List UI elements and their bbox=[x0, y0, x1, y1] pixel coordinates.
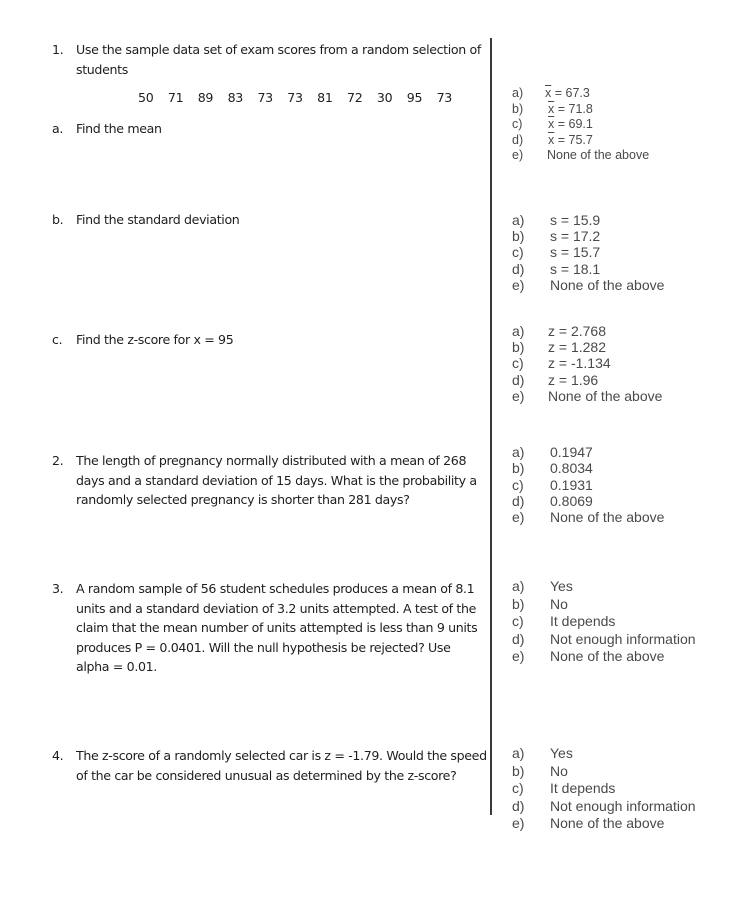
column-divider bbox=[490, 38, 492, 815]
option-text: It depends bbox=[550, 780, 616, 796]
option-letter: c) bbox=[512, 780, 524, 796]
option-letter: d) bbox=[512, 260, 525, 277]
option-text: z = -1.134 bbox=[548, 355, 611, 372]
option-letter: a) bbox=[512, 578, 525, 594]
option-text: It depends bbox=[550, 613, 616, 629]
data-value: 81 bbox=[317, 90, 333, 105]
option-letter: b) bbox=[512, 595, 525, 612]
option-text: Not enough information bbox=[550, 630, 696, 647]
option-letter: d) bbox=[512, 492, 525, 509]
exam-scores-dataset: 50 71 89 83 73 73 81 72 30 95 73 bbox=[138, 90, 452, 105]
option-text: 0.8034 bbox=[550, 460, 593, 477]
option-letter: b) bbox=[512, 101, 524, 116]
part-label: c. bbox=[52, 332, 63, 347]
data-value: 73 bbox=[436, 90, 453, 105]
option-text: 0.8069 bbox=[550, 492, 593, 509]
data-value: 50 bbox=[138, 90, 154, 105]
option-text: Yes bbox=[550, 745, 573, 761]
option-letter: a) bbox=[512, 745, 525, 761]
option-letter: d) bbox=[512, 797, 525, 814]
part-text: Find the z-score for x = 95 bbox=[76, 332, 234, 347]
option-text: Not enough information bbox=[550, 797, 696, 814]
option-letter: a) bbox=[512, 444, 525, 460]
option-letter: e) bbox=[512, 648, 525, 664]
option-text: 0.1931 bbox=[550, 476, 593, 493]
option-letter: c) bbox=[512, 355, 524, 372]
option-letter: d) bbox=[512, 132, 524, 147]
question-number: 2. bbox=[52, 453, 64, 468]
option-text: s = 15.9 bbox=[550, 212, 601, 228]
question-text: Use the sample data set of exam scores f… bbox=[76, 42, 482, 77]
option-text: None of the above bbox=[550, 509, 665, 526]
option-text: s = 18.1 bbox=[550, 260, 601, 277]
option-letter: c) bbox=[512, 117, 523, 131]
option-text: None of the above bbox=[550, 276, 665, 293]
option-text: No bbox=[550, 762, 568, 779]
option-text: z = 1.96 bbox=[548, 371, 599, 388]
part-text: Find the standard deviation bbox=[76, 212, 240, 227]
data-value: 83 bbox=[227, 90, 244, 105]
option-letter: c) bbox=[512, 244, 524, 261]
option-text: No bbox=[550, 595, 568, 612]
data-value: 30 bbox=[376, 90, 393, 105]
question-number: 4. bbox=[52, 748, 64, 763]
question-text: The length of pregnancy normally distrib… bbox=[76, 453, 477, 507]
data-value: 71 bbox=[167, 90, 184, 105]
option-text: s = 15.7 bbox=[550, 244, 601, 261]
option-text: None of the above bbox=[548, 387, 663, 404]
data-value: 95 bbox=[406, 90, 423, 105]
option-text: None of the above bbox=[550, 815, 665, 831]
part-label: a. bbox=[52, 121, 64, 136]
option-letter: a) bbox=[512, 323, 525, 339]
option-text: = 75.7 bbox=[554, 132, 593, 147]
option-text: = 67.3 bbox=[551, 86, 590, 100]
option-text: None of the above bbox=[547, 148, 650, 162]
data-value: 73 bbox=[287, 90, 303, 105]
option-letter: b) bbox=[512, 228, 525, 245]
data-value: 89 bbox=[197, 90, 214, 105]
option-letter: e) bbox=[512, 387, 525, 404]
option-letter: c) bbox=[512, 613, 524, 629]
option-text: z = 2.768 bbox=[548, 323, 606, 339]
part-label: b. bbox=[52, 212, 64, 227]
option-letter: a) bbox=[512, 86, 524, 100]
option-letter: e) bbox=[512, 276, 525, 293]
option-text: = 69.1 bbox=[554, 117, 593, 131]
option-letter: b) bbox=[512, 339, 525, 356]
part-text: Find the mean bbox=[76, 121, 162, 136]
option-letter: e) bbox=[512, 815, 525, 831]
option-letter: e) bbox=[512, 509, 525, 526]
option-text: = 71.8 bbox=[554, 101, 593, 116]
question-text: The z-score of a randomly selected car i… bbox=[76, 748, 487, 783]
option-letter: b) bbox=[512, 460, 525, 477]
option-letter: e) bbox=[512, 148, 524, 162]
option-letter: d) bbox=[512, 630, 525, 647]
option-text: None of the above bbox=[550, 648, 665, 664]
question-number: 3. bbox=[52, 581, 64, 596]
option-letter: d) bbox=[512, 371, 525, 388]
option-text: Yes bbox=[550, 578, 573, 594]
option-text: 0.1947 bbox=[550, 444, 593, 460]
question-number: 1. bbox=[52, 42, 64, 57]
data-value: 72 bbox=[347, 90, 363, 105]
option-letter: c) bbox=[512, 476, 524, 493]
option-letter: a) bbox=[512, 212, 525, 228]
option-text: z = 1.282 bbox=[548, 339, 606, 356]
option-letter: b) bbox=[512, 762, 525, 779]
question-text: A random sample of 56 student schedules … bbox=[76, 581, 478, 674]
option-text: s = 17.2 bbox=[550, 228, 601, 245]
data-value: 73 bbox=[257, 90, 273, 105]
